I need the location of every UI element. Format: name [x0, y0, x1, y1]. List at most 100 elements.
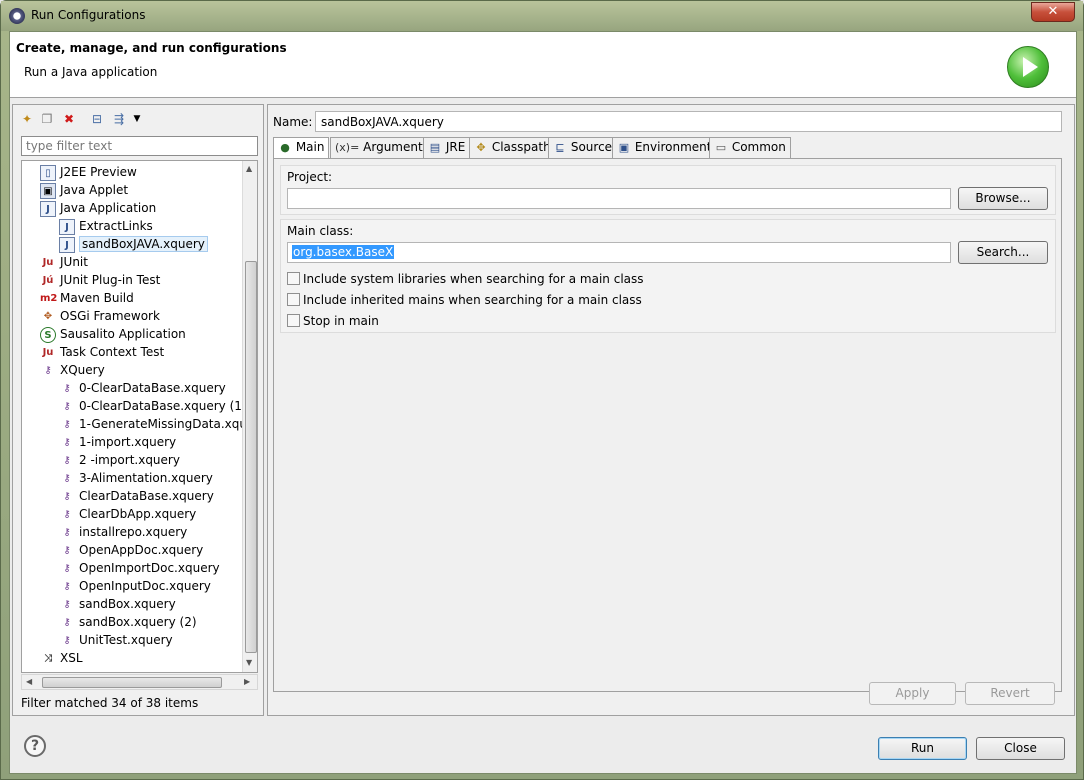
maven-icon: m2 — [40, 292, 58, 304]
scroll-right-icon[interactable]: ▶ — [244, 677, 250, 686]
include-system-libraries-checkbox[interactable]: Include system libraries when searching … — [287, 272, 644, 288]
tree-vertical-scrollbar[interactable]: ▲ ▼ — [242, 161, 257, 672]
project-group: Project: Browse... — [280, 165, 1056, 215]
dialog-header-subtitle: Run a Java application — [24, 65, 158, 79]
revert-button[interactable]: Revert — [965, 682, 1055, 705]
tab-source[interactable]: ⊑ Source — [548, 137, 618, 158]
collapse-all-icon[interactable]: ⊟ — [89, 111, 105, 127]
xquery-icon: ⚷ — [63, 526, 71, 538]
tree-item-label: ClearDbApp.xquery — [79, 507, 197, 521]
configuration-tabs: ● Main (x)= Arguments ▤ JRE ✥ Classpath … — [273, 137, 1063, 159]
scroll-down-icon[interactable]: ▼ — [246, 658, 252, 667]
tab-common-label: Common — [731, 140, 786, 154]
tree-category[interactable]: S Sausalito Application — [40, 325, 186, 343]
tree-item[interactable]: ⚷ installrepo.xquery — [59, 523, 187, 541]
tree-category[interactable]: ▣ Java Applet — [40, 181, 128, 199]
configuration-tree: ▯ J2EE Preview ▣ Java Applet J Java Applicati… — [21, 160, 258, 673]
tree-item-label: OSGi Framework — [60, 309, 160, 323]
tab-common[interactable]: ▭ Common — [709, 137, 791, 158]
tree-category[interactable]: J Java Application — [40, 199, 156, 217]
tree-horizontal-scroll-thumb[interactable] — [42, 677, 222, 688]
tree-item[interactable]: ⚷ 1-import.xquery — [59, 433, 176, 451]
run-button[interactable]: Run — [878, 737, 967, 760]
tree-item[interactable]: ⚷ 0-ClearDataBase.xquery (1) — [59, 397, 246, 415]
tree-item[interactable]: ⚷ sandBox.xquery (2) — [59, 613, 197, 631]
filter-menu-chevron-down-icon[interactable]: ▼ — [129, 111, 145, 127]
main-class-input[interactable]: org.basex.BaseX — [287, 242, 951, 263]
tree-item-label: Task Context Test — [60, 345, 165, 359]
scroll-left-icon[interactable]: ◀ — [26, 677, 32, 686]
tree-item-label: sandBox.xquery (2) — [79, 615, 197, 629]
tree-item[interactable]: ⚷ sandBox.xquery — [59, 595, 175, 613]
title-bar[interactable]: Run Configurations ✕ — [1, 1, 1083, 31]
filter-input[interactable] — [21, 136, 258, 156]
help-icon[interactable]: ? — [24, 735, 46, 757]
xquery-icon: ⚷ — [63, 580, 71, 592]
tree-category[interactable]: Ju JUnit — [40, 253, 88, 271]
tree-item-label: XSL — [60, 651, 83, 665]
tree-category[interactable]: m2 Maven Build — [40, 289, 134, 307]
tree-item[interactable]: ⚷ 1-GenerateMissingData.xquery — [59, 415, 257, 433]
tree-category[interactable]: ✥ OSGi Framework — [40, 307, 160, 325]
tree-item[interactable]: ⚷ 3-Alimentation.xquery — [59, 469, 213, 487]
j2ee-preview-icon: ▯ — [40, 164, 56, 181]
stop-in-main-checkbox[interactable]: Stop in main — [287, 314, 379, 330]
xquery-icon: ⚷ — [63, 400, 71, 412]
tree-item-label: 0-ClearDataBase.xquery — [79, 381, 226, 395]
tree-item[interactable]: ⚷ OpenImportDoc.xquery — [59, 559, 220, 577]
xquery-icon: ⚷ — [63, 382, 71, 394]
apply-button-visible[interactable]: Apply — [869, 682, 956, 705]
tree-item-label: installrepo.xquery — [79, 525, 188, 539]
close-icon: ✕ — [1047, 4, 1059, 19]
tree-category[interactable]: ⤨ XSL — [40, 649, 83, 667]
arguments-tab-icon: (x)= — [335, 141, 360, 154]
tree-item[interactable]: JsandBoxJAVA.xquery — [59, 235, 208, 253]
window-title: Run Configurations — [31, 8, 146, 22]
tree-category[interactable]: ⚷ XQuery — [40, 361, 104, 379]
tab-source-label: Source — [570, 140, 613, 154]
tree-item-label: OpenInputDoc.xquery — [79, 579, 211, 593]
tab-arguments[interactable]: (x)= Arguments — [330, 137, 434, 158]
dialog-client-area: Create, manage, and run configurations R… — [9, 31, 1077, 774]
tree-category[interactable]: Ju Task Context Test — [40, 343, 165, 361]
search-button[interactable]: Search... — [958, 241, 1048, 264]
tab-environment[interactable]: ▣ Environment — [612, 137, 717, 158]
name-input[interactable] — [315, 111, 1062, 132]
new-configuration-icon[interactable]: ✦ — [19, 111, 35, 127]
tab-jre[interactable]: ▤ JRE — [423, 137, 471, 158]
xquery-icon: ⚷ — [63, 418, 71, 430]
tree-item[interactable]: ⚷ 0-ClearDataBase.xquery — [59, 379, 226, 397]
include-inherited-mains-checkbox[interactable]: Include inherited mains when searching f… — [287, 293, 642, 309]
tree-item[interactable]: ⚷ 2 -import.xquery — [59, 451, 180, 469]
checkbox-box[interactable] — [287, 314, 300, 327]
browse-button[interactable]: Browse... — [958, 187, 1048, 210]
close-button[interactable]: Close — [976, 737, 1065, 760]
tree-item-label: OpenImportDoc.xquery — [79, 561, 220, 575]
tree-item[interactable]: ⚷ ClearDbApp.xquery — [59, 505, 196, 523]
tree-item[interactable]: J ExtractLinks — [59, 217, 153, 235]
scroll-up-icon[interactable]: ▲ — [246, 164, 252, 173]
tree-category[interactable]: ▯ J2EE Preview — [40, 163, 137, 181]
tree-vertical-scroll-thumb[interactable] — [245, 261, 257, 653]
xquery-icon: ⚷ — [44, 364, 52, 376]
tree-item[interactable]: ⚷ OpenInputDoc.xquery — [59, 577, 211, 595]
main-class-value: org.basex.BaseX — [292, 245, 395, 259]
tab-main[interactable]: ● Main — [273, 137, 330, 159]
delete-configuration-icon[interactable]: ✖ — [61, 111, 77, 127]
checkbox-box[interactable] — [287, 293, 300, 306]
checkbox-box[interactable] — [287, 272, 300, 285]
tree-category[interactable]: Jú JUnit Plug-in Test — [40, 271, 161, 289]
duplicate-configuration-icon[interactable]: ❐ — [39, 111, 55, 127]
tree-item[interactable]: ⚷ ClearDataBase.xquery — [59, 487, 213, 505]
tree-item[interactable]: ⚷ UnitTest.xquery — [59, 631, 172, 649]
java-applet-icon: ▣ — [40, 182, 56, 199]
tree-horizontal-scrollbar[interactable]: ◀ ▶ — [21, 674, 258, 690]
xquery-icon: ⚷ — [63, 598, 71, 610]
tree-item[interactable]: ⚷ OpenAppDoc.xquery — [59, 541, 203, 559]
filter-configurations-icon[interactable]: ⇶ — [111, 111, 127, 127]
xquery-icon: ⚷ — [63, 616, 71, 628]
tab-classpath[interactable]: ✥ Classpath — [469, 137, 556, 158]
window-close-button[interactable]: ✕ — [1031, 2, 1075, 22]
project-input[interactable] — [287, 188, 951, 209]
tree-item-label: OpenAppDoc.xquery — [79, 543, 204, 557]
